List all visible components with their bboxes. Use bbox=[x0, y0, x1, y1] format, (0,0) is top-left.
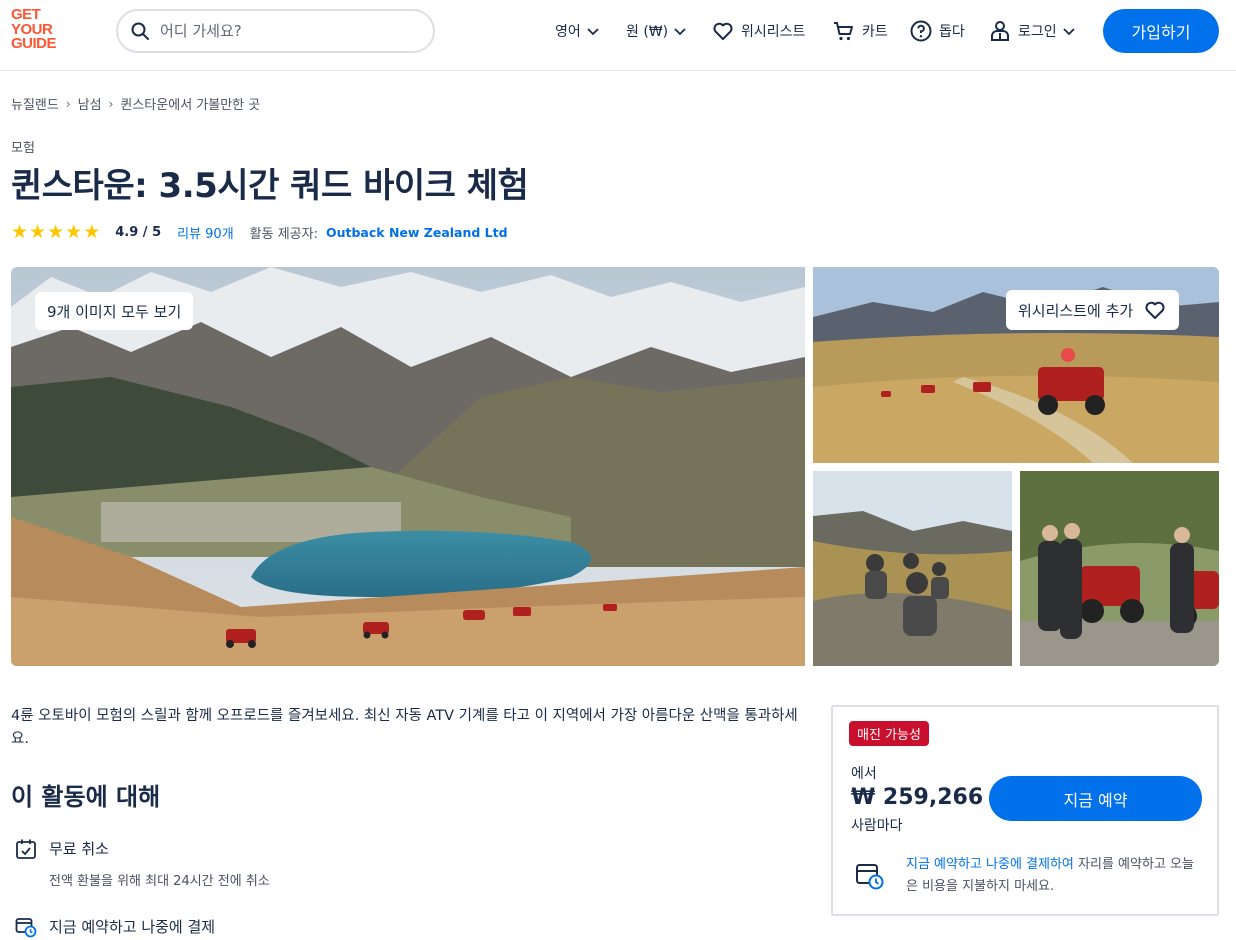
calendar-check-icon bbox=[16, 839, 36, 859]
book-now-button[interactable]: 지금 예약 bbox=[989, 776, 1202, 821]
search-box[interactable] bbox=[116, 9, 435, 53]
view-all-images-button[interactable]: 9개 이미지 모두 보기 bbox=[35, 292, 194, 330]
rating-value: 4.9 / 5 bbox=[115, 224, 162, 240]
wishlist-link[interactable]: 위시리스트 bbox=[711, 18, 805, 44]
provider-label: 활동 제공자: bbox=[249, 226, 318, 242]
photo-group-on-rock[interactable] bbox=[813, 471, 1012, 666]
cart-icon bbox=[834, 22, 853, 41]
breadcrumb-item-city[interactable]: 퀸스타운에서 가볼만한 곳 bbox=[120, 94, 260, 113]
chevron-right-icon: › bbox=[65, 96, 71, 111]
star-icon: ★ bbox=[11, 221, 29, 243]
getyourguide-logo[interactable]: GET YOUR GUIDE bbox=[11, 7, 69, 56]
breadcrumb-item-country[interactable]: 뉴질랜드 bbox=[11, 94, 59, 113]
activity-description: 4륜 오토바이 모험의 스릴과 함께 오프로드를 즐겨보세요. 최신 자동 AT… bbox=[11, 708, 798, 747]
feature-free-cancellation: 무료 취소 전액 환불을 위해 최대 24시간 전에 취소 bbox=[15, 838, 270, 889]
star-icon: ★ bbox=[65, 221, 83, 243]
rating-row: ★ ★ ★ ★ ★ 4.9 / 5 리뷰 90개 활동 제공자: Outback… bbox=[11, 222, 508, 242]
reviews-link[interactable]: 리뷰 90개 bbox=[177, 223, 234, 242]
chevron-right-icon: › bbox=[108, 96, 114, 111]
breadcrumb-item-region[interactable]: 남섬 bbox=[78, 94, 102, 113]
price-from-label: 에서 bbox=[851, 766, 877, 782]
star-icon: ★ bbox=[83, 221, 101, 243]
help-icon bbox=[910, 20, 932, 42]
about-section-title: 이 활동에 대해 bbox=[11, 783, 161, 811]
heart-icon bbox=[1145, 301, 1165, 319]
signup-button[interactable]: 가입하기 bbox=[1103, 9, 1219, 53]
feature-reserve-now-pay-later: 지금 예약하고 나중에 결제 bbox=[15, 916, 215, 938]
reserve-now-pay-later-link[interactable]: 지금 예약하고 나중에 결제하여 bbox=[906, 857, 1074, 872]
breadcrumb: 뉴질랜드 › 남섬 › 퀸스타운에서 가볼만한 곳 bbox=[11, 94, 260, 114]
site-header: GET YOUR GUIDE 영어 원 (₩) 위시리스트 카트 돕다 로그인 … bbox=[0, 0, 1236, 71]
price-value: ₩ 259,266 bbox=[851, 785, 984, 810]
chevron-down-icon bbox=[674, 28, 686, 36]
likely-to-sell-out-badge: 매진 가능성 bbox=[849, 721, 929, 746]
chevron-down-icon bbox=[1063, 28, 1075, 36]
help-link[interactable]: 돕다 bbox=[909, 18, 965, 44]
currency-selector[interactable]: 원 (₩) bbox=[626, 18, 688, 44]
calendar-clock-icon bbox=[15, 918, 37, 938]
provider-link[interactable]: Outback New Zealand Ltd bbox=[326, 225, 508, 240]
add-to-wishlist-button[interactable]: 위시리스트에 추가 bbox=[1006, 290, 1180, 330]
feature-title: 무료 취소 bbox=[49, 840, 109, 858]
photo-riders-by-quads[interactable] bbox=[1020, 471, 1219, 666]
reserve-now-pay-later-text: 지금 예약하고 나중에 결제하여 자리를 예약하고 오늘은 비용을 지불하지 마… bbox=[906, 857, 1194, 894]
search-icon bbox=[131, 22, 149, 40]
cart-link[interactable]: 카트 bbox=[832, 18, 888, 44]
activity-category: 모험 bbox=[11, 141, 35, 156]
language-selector[interactable]: 영어 bbox=[555, 18, 601, 44]
login-menu[interactable]: 로그인 bbox=[988, 18, 1077, 44]
booking-card: 매진 가능성 에서 ₩ 259,266 사람마다 지금 예약 지금 예약하고 나… bbox=[831, 705, 1219, 916]
page-title: 퀸스타운: 3.5시간 쿼드 바이크 체험 bbox=[11, 166, 529, 206]
star-icon: ★ bbox=[47, 221, 65, 243]
star-icon: ★ bbox=[29, 221, 47, 243]
search-input[interactable] bbox=[160, 22, 420, 40]
chevron-down-icon bbox=[587, 28, 599, 36]
heart-icon bbox=[713, 22, 733, 40]
calendar-clock-icon bbox=[856, 864, 884, 890]
user-icon bbox=[991, 21, 1009, 41]
price-per-person-label: 사람마다 bbox=[851, 818, 903, 834]
star-rating: ★ ★ ★ ★ ★ bbox=[11, 221, 101, 243]
feature-subtitle: 전액 환불을 위해 최대 24시간 전에 취소 bbox=[49, 874, 270, 889]
feature-title: 지금 예약하고 나중에 결제 bbox=[49, 918, 216, 936]
